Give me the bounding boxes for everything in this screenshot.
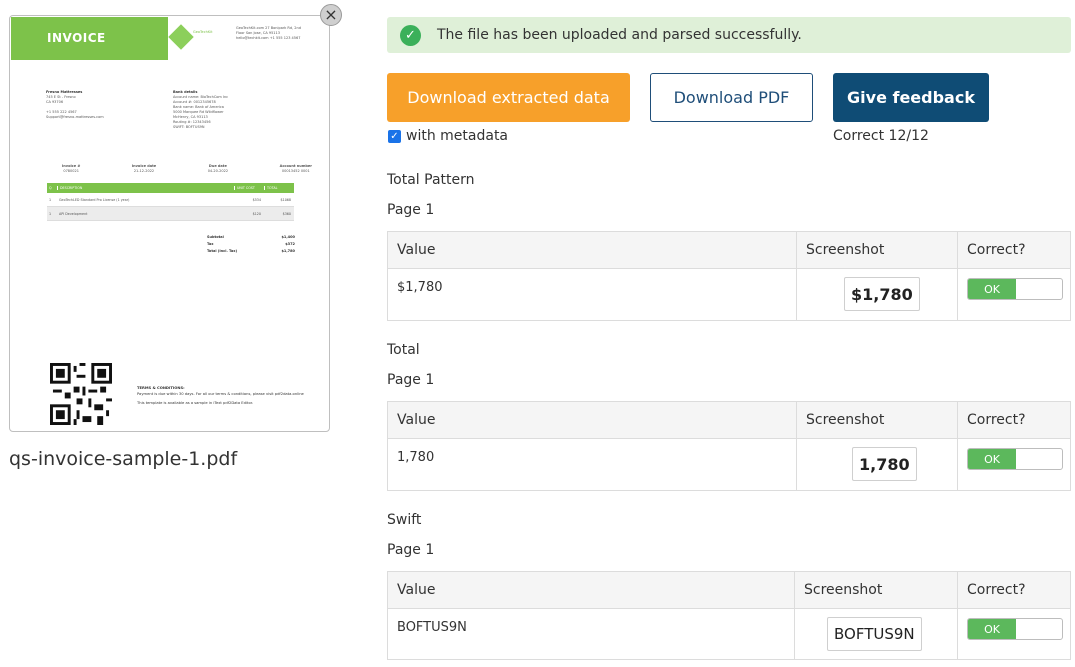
bill-to-line: Support@fresno-mattresses.com: [46, 115, 104, 119]
bank-line: SWIFT: BOFTUS9N: [173, 125, 205, 129]
table-row: BOFTUS9N BOFTUS9N OK: [388, 609, 1070, 660]
table-header: Value Screenshot Correct?: [388, 232, 1070, 269]
value-screenshot: $1,780: [844, 277, 920, 311]
company-address: GeoTechKit.com 27 Bonipark Rd, 2nd Floor…: [236, 26, 301, 40]
invoice-row: 1 GeoTechLED Standard Pro License (1 yea…: [47, 193, 294, 207]
with-metadata-label: with metadata: [406, 128, 509, 144]
meta-item: Account number 00013452 0001: [279, 164, 312, 173]
correct-cell: OK: [958, 609, 1070, 660]
col-value: Value: [388, 572, 795, 608]
field-page: Page 1: [387, 542, 435, 558]
toggle-ok-state: OK: [968, 449, 1016, 469]
bill-to-title: Fresno Mattresses: [46, 90, 83, 94]
success-alert: ✓ The file has been uploaded and parsed …: [387, 17, 1071, 53]
pdf-preview[interactable]: INVOICE GeoTechKit GeoTechKit.com 27 Bon…: [9, 15, 330, 432]
invoice-table-header: Q DESCRIPTION UNIT COST TOTAL: [47, 183, 294, 193]
value-cell: $1,780: [388, 269, 797, 320]
checkbox-checked-icon[interactable]: ✓: [388, 129, 401, 143]
invoice-line-items: Q DESCRIPTION UNIT COST TOTAL 1 GeoTechL…: [47, 183, 294, 221]
screenshot-cell: $1,780: [797, 269, 958, 320]
value-cell: BOFTUS9N: [388, 609, 795, 660]
company-logo-icon: [168, 24, 194, 50]
alert-message: The file has been uploaded and parsed su…: [437, 27, 802, 43]
value-cell: 1,780: [388, 439, 797, 490]
bank-details-block: Bank details Account name: BioTechCom In…: [173, 90, 283, 130]
bank-title: Bank details: [173, 90, 198, 94]
bill-to-block: Fresno Mattresses 745 E St - Fresno CA 9…: [46, 90, 156, 120]
correct-toggle[interactable]: OK: [967, 448, 1063, 470]
meta-item: Invoice date 21-12-2022: [131, 164, 157, 173]
invoice-meta: Invoice #0780021 Invoice date 21-12-2022 …: [62, 164, 312, 174]
give-feedback-button[interactable]: Give feedback: [833, 73, 989, 122]
col-correct: Correct?: [967, 242, 1026, 258]
terms-block: TERMS & CONDITIONS: Payment is due withi…: [137, 386, 317, 407]
invoice-header: INVOICE: [11, 17, 168, 60]
file-name: qs-invoice-sample-1.pdf: [9, 448, 238, 470]
download-extracted-data-button[interactable]: Download extracted data: [387, 73, 630, 122]
invoice-row: 1 API Development $120 $360: [47, 207, 294, 221]
correct-cell: OK: [958, 269, 1070, 320]
correct-toggle[interactable]: OK: [967, 618, 1063, 640]
close-icon: ×: [324, 5, 338, 24]
col-correct: Correct?: [967, 582, 1026, 598]
qr-code-icon: [50, 363, 112, 425]
col-screenshot: Screenshot: [797, 232, 958, 268]
terms-body: Payment is due within 30 days. For all o…: [137, 391, 304, 396]
field-page: Page 1: [387, 372, 435, 388]
company-logo-text: GeoTechKit: [193, 30, 213, 34]
col-screenshot: Screenshot: [797, 402, 958, 438]
field-table: Value Screenshot Correct? BOFTUS9N BOFTU…: [387, 571, 1071, 660]
check-circle-icon: ✓: [400, 24, 421, 46]
meta-item: Invoice #0780021: [62, 164, 81, 173]
table-row: 1,780 1,780 OK: [388, 439, 1070, 490]
field-table: Value Screenshot Correct? 1,780 1,780 OK: [387, 401, 1071, 491]
field-page: Page 1: [387, 202, 435, 218]
with-metadata-checkbox[interactable]: ✓ with metadata: [388, 128, 508, 144]
value-screenshot: 1,780: [852, 447, 917, 481]
toggle-ok-state: OK: [968, 279, 1016, 299]
correct-toggle[interactable]: OK: [967, 278, 1063, 300]
value-screenshot: BOFTUS9N: [827, 617, 922, 651]
terms-title: TERMS & CONDITIONS:: [137, 386, 185, 390]
correct-count: Correct 12/12: [833, 128, 929, 144]
field-name: Swift: [387, 512, 422, 528]
table-header: Value Screenshot Correct?: [388, 402, 1070, 439]
field-name: Total: [387, 342, 420, 358]
download-pdf-button[interactable]: Download PDF: [650, 73, 813, 122]
field-name: Total Pattern: [387, 172, 475, 188]
col-correct: Correct?: [967, 412, 1026, 428]
screenshot-cell: 1,780: [797, 439, 958, 490]
table-row: $1,780 $1,780 OK: [388, 269, 1070, 320]
table-header: Value Screenshot Correct?: [388, 572, 1070, 609]
col-screenshot: Screenshot: [795, 572, 958, 608]
screenshot-cell: BOFTUS9N: [795, 609, 958, 660]
field-table: Value Screenshot Correct? $1,780 $1,780 …: [387, 231, 1071, 321]
invoice-totals: Subtotal $1,400 Tax $372 Total (Incl. Tax)…: [207, 235, 295, 253]
terms-footer: This template is available as a sample i…: [137, 401, 254, 405]
col-value: Value: [388, 232, 797, 268]
col-value: Value: [388, 402, 797, 438]
meta-item: Due date 04-20-2022: [207, 164, 229, 173]
toggle-ok-state: OK: [968, 619, 1016, 639]
correct-cell: OK: [958, 439, 1070, 490]
remove-file-button[interactable]: ×: [320, 4, 342, 26]
